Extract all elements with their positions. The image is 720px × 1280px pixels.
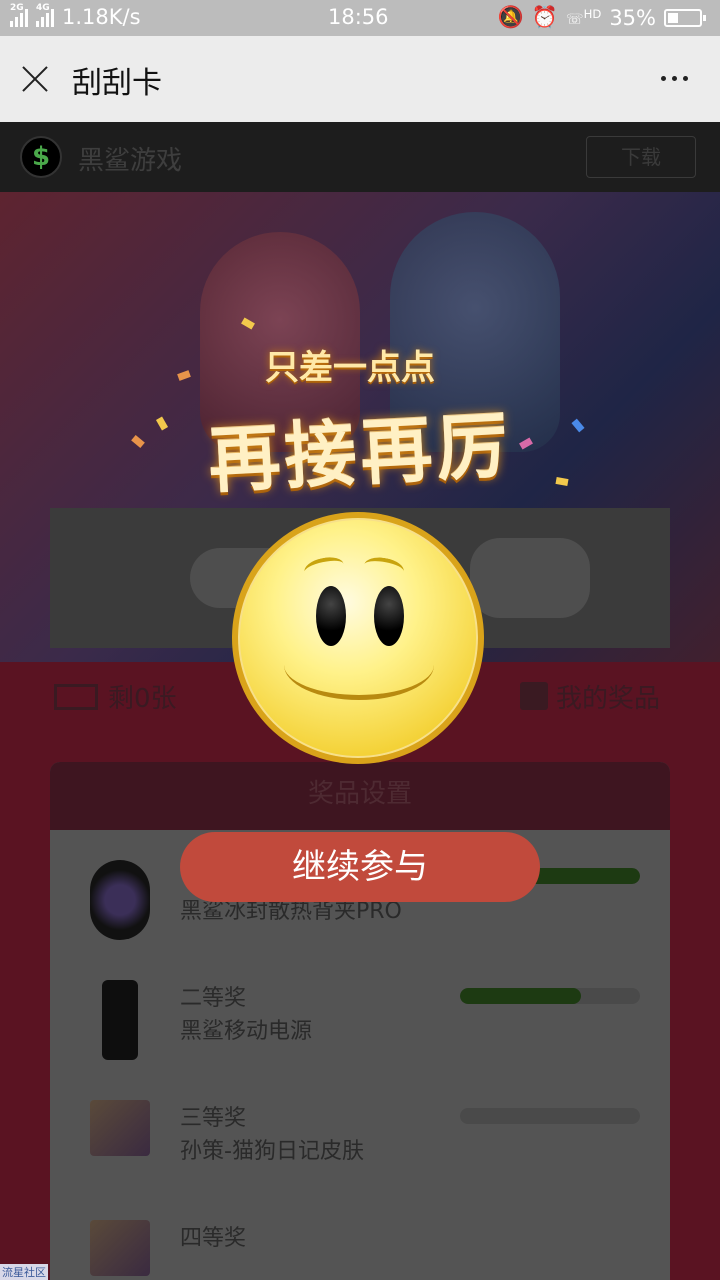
cooling-clip-image [90, 860, 150, 940]
signal-icon-2: 4G [36, 3, 54, 27]
download-button[interactable]: 下载 [586, 136, 696, 178]
gift-icon[interactable] [520, 682, 548, 710]
title-bar: 刮刮卡 [0, 36, 720, 122]
watermark-text: 流星社区 [0, 1264, 48, 1280]
battery-icon [664, 8, 706, 27]
prize-progress-fill [460, 988, 581, 1004]
status-right: 🔕 ⏰ ☏HD 35% [497, 5, 706, 30]
page-title: 刮刮卡 [72, 66, 162, 101]
prize-rank: 四等奖 [180, 1226, 247, 1251]
alarm-icon: ⏰ [531, 5, 559, 29]
battery-percent: 35% [609, 5, 656, 30]
app-name: 黑鲨游戏 [78, 146, 183, 176]
network-type-label: 2G [10, 3, 24, 13]
call-hd-icon: ☏HD [566, 7, 602, 28]
prize-name: 孙策-猫狗日记皮肤 [180, 1139, 364, 1164]
popup-title: 再接再厉 [206, 403, 515, 503]
prize-item: 三等奖 孙策-猫狗日记皮肤 [50, 1100, 670, 1220]
power-bank-image [102, 980, 138, 1060]
ticket-icon [54, 684, 98, 710]
close-icon[interactable] [20, 64, 50, 94]
status-left: 2G 4G 1.18K/s [10, 3, 141, 29]
prize-progress-bar [460, 988, 640, 1004]
prize-progress-bar [460, 1108, 640, 1124]
remaining-count: 剩0张 [108, 684, 177, 714]
signal-icon: 2G [10, 3, 28, 27]
skin-image [90, 1220, 150, 1276]
prize-rank: 二等奖 [180, 986, 247, 1011]
prize-rank: 三等奖 [180, 1106, 247, 1131]
more-menu-icon[interactable] [661, 76, 688, 81]
clock: 18:56 [328, 5, 389, 29]
my-prizes-link[interactable]: 我的奖品 [556, 678, 660, 715]
prize-item: 二等奖 黑鲨移动电源 [50, 980, 670, 1100]
mute-icon: 🔕 [497, 5, 524, 29]
network-type-label-2: 4G [36, 3, 50, 13]
prize-item: 四等奖 [50, 1220, 670, 1280]
continue-button[interactable]: 继续参与 [180, 832, 540, 902]
status-bar: 2G 4G 1.18K/s 18:56 🔕 ⏰ ☏HD 35% [0, 0, 720, 36]
prize-panel-title: 奖品设置 [50, 762, 670, 830]
hd-label: HD [583, 7, 602, 22]
skin-image [90, 1100, 150, 1156]
network-speed: 1.18K/s [62, 5, 141, 29]
popup-subtitle: 只差一点点 [265, 348, 435, 388]
smiley-face-icon [232, 512, 484, 764]
prize-name: 黑鲨移动电源 [180, 1019, 313, 1044]
app-bar: $ 黑鲨游戏 下载 [0, 122, 720, 192]
app-logo: $ [20, 136, 62, 178]
